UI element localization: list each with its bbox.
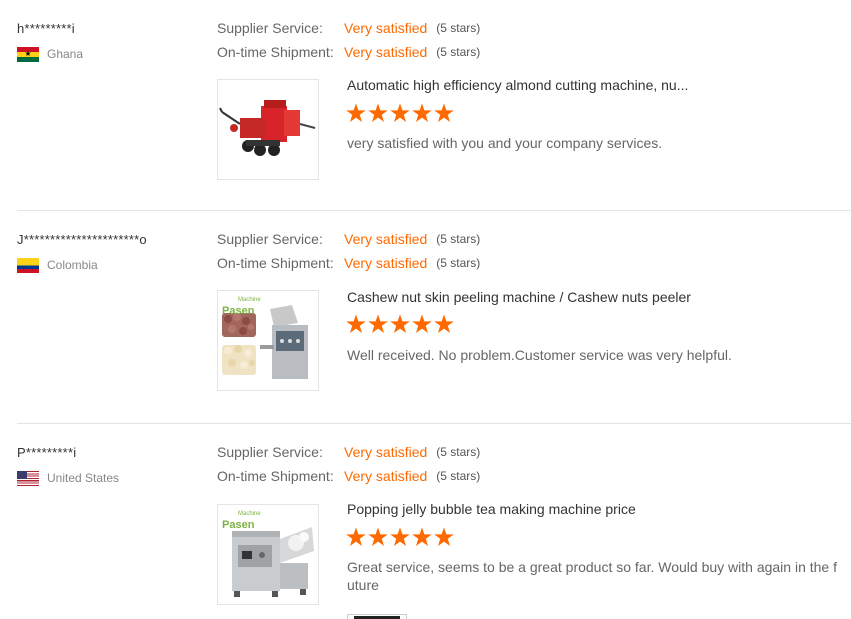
supplier-service-rating: Supplier Service: Very satisfied (5 star… [217,18,480,38]
star-icon [434,527,454,546]
product-title-link[interactable]: Automatic high efficiency almond cutting… [347,77,688,93]
almond-cutting-machine-image [219,100,316,156]
supplier-service-label: Supplier Service: [217,444,323,460]
shipment-stars: (5 stars) [436,256,481,270]
buyer-name: h*********i [17,21,75,36]
review-comment: Well received. No problem.Customer servi… [347,347,732,363]
supplier-service-label: Supplier Service: [217,231,323,247]
product-title-link[interactable]: Popping jelly bubble tea making machine … [347,501,636,517]
buyer-country: Ghana [17,46,83,62]
ghana-flag-icon [17,46,39,62]
review-comment: Great service, seems to be a great produ… [347,559,837,593]
product-thumbnail[interactable]: Machine Pasen [217,504,319,605]
shipment-label: On-time Shipment: [217,44,334,60]
shipment-stars: (5 stars) [436,45,481,59]
star-rating [346,103,454,123]
star-icon [412,527,432,546]
supplier-service-rating: Supplier Service: Very satisfied (5 star… [217,442,480,462]
star-icon [390,527,410,546]
star-icon [368,527,388,546]
star-icon [434,314,454,333]
shipment-value: Very satisfied [344,468,428,484]
supplier-service-value: Very satisfied [344,20,428,36]
supplier-service-label: Supplier Service: [217,20,323,36]
product-thumbnail[interactable]: Machine Pasen [217,290,319,391]
supplier-service-stars: (5 stars) [436,445,481,459]
buyer-country: United States [17,470,119,486]
star-icon [368,314,388,333]
supplier-service-value: Very satisfied [344,444,428,460]
colombia-flag-icon [17,257,39,273]
star-icon [368,103,388,122]
product-title-link[interactable]: Cashew nut skin peeling machine / Cashew… [347,289,691,305]
star-rating [346,527,454,547]
country-name: Colombia [47,258,98,272]
country-name: United States [47,471,120,485]
star-icon [434,103,454,122]
shipment-label: On-time Shipment: [217,255,334,271]
star-icon [412,103,432,122]
country-name: Ghana [47,47,84,61]
buyer-country: Colombia [17,257,98,273]
star-icon [390,103,410,122]
review-photo-thumbnail[interactable] [347,614,407,619]
review-item: P*********i United States Supplier Servi… [0,424,851,619]
shipment-value: Very satisfied [344,255,428,271]
star-rating [346,314,454,334]
supplier-service-stars: (5 stars) [436,232,481,246]
star-icon [390,314,410,333]
shipment-label: On-time Shipment: [217,468,334,484]
review-comment: very satisfied with you and your company… [347,135,663,151]
star-icon [346,103,366,122]
buyer-name: P*********i [17,445,77,460]
shipment-rating: On-time Shipment: Very satisfied (5 star… [217,466,480,486]
supplier-service-stars: (5 stars) [436,21,481,35]
review-item: J**********************o Colombia Suppli… [0,211,851,424]
review-item: h*********i Ghana Supplier Service: Very… [0,0,851,211]
buyer-name: J**********************o [17,232,147,247]
product-thumbnail[interactable] [217,79,319,180]
shipment-value: Very satisfied [344,44,428,60]
shipment-rating: On-time Shipment: Very satisfied (5 star… [217,42,480,62]
star-icon [346,314,366,333]
shipment-stars: (5 stars) [436,469,481,483]
shipment-rating: On-time Shipment: Very satisfied (5 star… [217,253,480,273]
brand-logo: Machine Pasen [222,511,261,531]
star-icon [346,527,366,546]
brand-logo: Machine Pasen [222,297,261,317]
supplier-service-value: Very satisfied [344,231,428,247]
star-icon [412,314,432,333]
supplier-service-rating: Supplier Service: Very satisfied (5 star… [217,229,480,249]
usa-flag-icon [17,470,39,486]
